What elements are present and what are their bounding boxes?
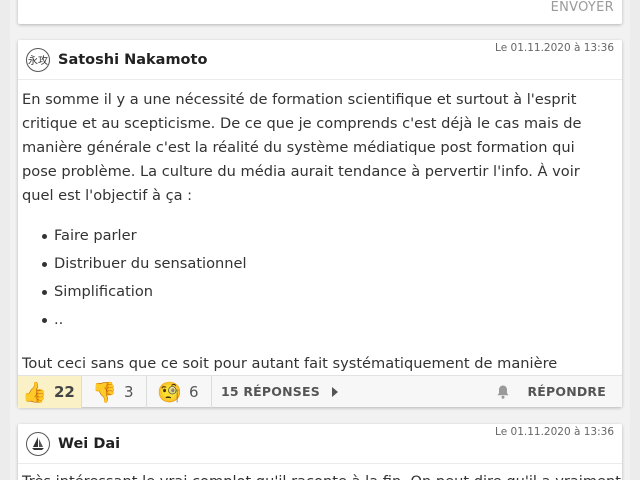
replies-label: 15 RÉPONSES (221, 384, 320, 399)
avatar-glyph: 永攻 (28, 56, 48, 67)
avatar[interactable] (26, 431, 50, 456)
comment-body: En somme il y a une nécessité de formati… (18, 80, 622, 400)
comment-header: 永攻 Satoshi Nakamoto Le 01.11.2020 à 13:3… (18, 40, 622, 80)
comment-paragraph: En somme il y a une nécessité de formati… (22, 91, 582, 204)
avatar[interactable]: 永攻 (26, 47, 50, 72)
comment-header: Wei Dai Le 01.11.2020 à 13:36 (18, 424, 622, 464)
comment-form-card: ENVOYER (18, 0, 622, 24)
comment-date: Le 01.11.2020 à 13:36 (495, 42, 614, 54)
wow-count: 6 (189, 382, 199, 401)
author-name[interactable]: Satoshi Nakamoto (58, 52, 207, 68)
list-item: Simplification (22, 280, 610, 308)
bell-icon[interactable] (495, 384, 511, 400)
dislike-count: 3 (124, 382, 134, 401)
send-button[interactable]: ENVOYER (551, 0, 614, 15)
comment-card: 永攻 Satoshi Nakamoto Le 01.11.2020 à 13:3… (18, 40, 622, 408)
list-item: Faire parler (22, 224, 610, 252)
caret-right-icon (331, 386, 338, 397)
monocle-face-icon: 🧐 (157, 379, 182, 404)
wow-button[interactable]: 🧐 6 (147, 375, 212, 408)
sailboat-icon (32, 436, 44, 450)
dislike-button[interactable]: 👎 3 (82, 375, 147, 408)
list-item: .. (22, 308, 610, 336)
comment-date: Le 01.11.2020 à 13:36 (495, 426, 614, 438)
like-count: 22 (54, 382, 75, 401)
list-item: Distribuer du sensationnel (22, 252, 610, 280)
comment-card: Wei Dai Le 01.11.2020 à 13:36 Très intér… (18, 424, 622, 480)
thumbs-up-icon: 👍 (22, 379, 47, 404)
author-name[interactable]: Wei Dai (58, 436, 120, 452)
reply-button[interactable]: RÉPONDRE (495, 384, 606, 400)
reply-label: RÉPONDRE (527, 384, 606, 399)
comment-actions: 👍 22 👎 3 🧐 6 15 RÉPONSES RÉPONDRE (18, 375, 622, 408)
comment-body: Très intéressant le vrai complot qu'il r… (18, 464, 622, 480)
comment-paragraph: Très intéressant le vrai complot qu'il r… (22, 470, 621, 480)
replies-toggle[interactable]: 15 RÉPONSES (221, 384, 338, 399)
like-button[interactable]: 👍 22 (18, 375, 82, 408)
thumbs-down-icon: 👎 (92, 379, 117, 404)
comment-list: Faire parler Distribuer du sensationnel … (22, 224, 610, 336)
